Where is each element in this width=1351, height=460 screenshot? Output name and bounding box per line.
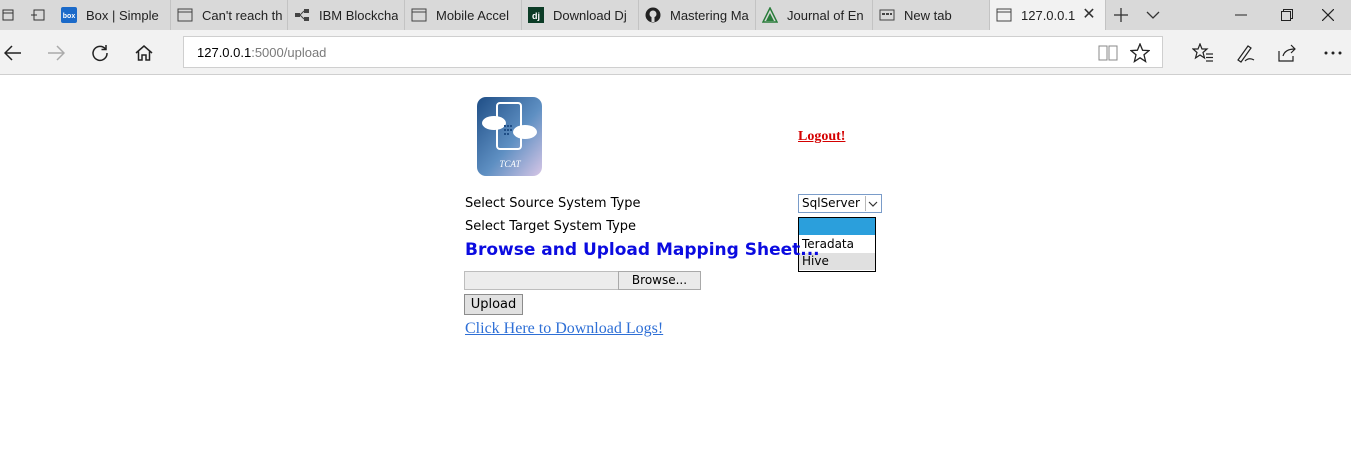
restore-button[interactable] xyxy=(1264,0,1310,30)
close-window-button[interactable] xyxy=(1305,0,1351,30)
tab-new-tab[interactable]: New tab xyxy=(873,0,990,30)
tab-journal[interactable]: Journal of En xyxy=(756,0,873,30)
tab-label: Can't reach th xyxy=(202,7,283,23)
forward-button[interactable] xyxy=(40,37,72,69)
page-icon xyxy=(996,7,1012,23)
logo-text: TCAT xyxy=(499,159,521,169)
new-tab-button[interactable] xyxy=(1106,0,1136,30)
svg-text:dj: dj xyxy=(532,11,540,21)
chevron-down-icon[interactable] xyxy=(865,196,880,211)
box-icon: box xyxy=(61,7,77,23)
journal-icon xyxy=(762,7,778,23)
tab-mobile[interactable]: Mobile Accel xyxy=(405,0,522,30)
download-logs-link[interactable]: Click Here to Download Logs! xyxy=(465,320,663,338)
minimize-button[interactable] xyxy=(1218,0,1264,30)
browse-button[interactable]: Browse... xyxy=(618,271,701,290)
tab-label: 127.0.0.1 xyxy=(1021,7,1076,23)
logout-link[interactable]: Logout! xyxy=(798,129,845,145)
file-path-field[interactable] xyxy=(464,271,619,290)
source-system-select[interactable]: SqlServer xyxy=(798,194,882,213)
tab-actions-icon[interactable] xyxy=(0,0,16,30)
source-system-label: Select Source System Type xyxy=(465,196,641,211)
favorites-hub-icon[interactable] xyxy=(1187,37,1219,69)
refresh-button[interactable] xyxy=(84,37,116,69)
svg-text:box: box xyxy=(63,13,76,20)
tab-label: Box | Simple xyxy=(86,7,159,23)
favorite-star-icon[interactable] xyxy=(1129,42,1151,64)
network-icon xyxy=(294,7,310,23)
navigation-bar: 127.0.0.1:5000/upload xyxy=(0,30,1351,75)
tab-label: New tab xyxy=(904,7,952,23)
tab-label: Mastering Ma xyxy=(670,7,749,23)
tab-cant-reach[interactable]: Can't reach th xyxy=(171,0,288,30)
page-icon xyxy=(411,7,427,23)
tab-label: Mobile Accel xyxy=(436,7,509,23)
dropdown-option-empty[interactable] xyxy=(799,218,875,235)
tab-label: Download Dj xyxy=(553,7,627,23)
tab-label: IBM Blockcha xyxy=(319,7,399,23)
github-icon xyxy=(645,7,661,23)
more-options-icon[interactable] xyxy=(1317,37,1349,69)
reading-view-icon[interactable] xyxy=(1097,42,1119,64)
tab-django[interactable]: dj Download Dj xyxy=(522,0,639,30)
app-logo: TCAT xyxy=(477,97,542,176)
web-note-pen-icon[interactable] xyxy=(1229,37,1261,69)
tab-localhost-active[interactable]: 127.0.0.1 ✕ xyxy=(990,0,1106,30)
back-button[interactable] xyxy=(0,37,29,69)
tab-preview-chevron-icon[interactable] xyxy=(1138,0,1168,30)
tab-ibm[interactable]: IBM Blockcha xyxy=(288,0,405,30)
url-path: :5000/upload xyxy=(251,45,327,60)
address-bar[interactable]: 127.0.0.1:5000/upload xyxy=(183,36,1163,68)
upload-button[interactable]: Upload xyxy=(464,294,523,315)
tab-aside-icon[interactable] xyxy=(26,0,50,30)
tab-label: Journal of En xyxy=(787,7,864,23)
tab-github[interactable]: Mastering Ma xyxy=(639,0,756,30)
django-icon: dj xyxy=(528,7,544,23)
tab-strip: box Box | Simple Can't reach th IBM Bloc… xyxy=(0,0,1351,30)
source-system-value: SqlServer xyxy=(802,196,860,210)
tab-box[interactable]: box Box | Simple xyxy=(55,0,171,30)
page-icon xyxy=(177,7,193,23)
close-tab-icon[interactable]: ✕ xyxy=(1081,7,1097,23)
upload-heading: Browse and Upload Mapping Sheet... xyxy=(465,240,820,260)
url-text: 127.0.0.1:5000/upload xyxy=(197,45,326,60)
newtab-icon xyxy=(879,7,895,23)
target-system-label: Select Target System Type xyxy=(465,219,637,234)
url-host: 127.0.0.1 xyxy=(197,45,252,60)
share-icon[interactable] xyxy=(1272,37,1304,69)
home-button[interactable] xyxy=(128,37,160,69)
